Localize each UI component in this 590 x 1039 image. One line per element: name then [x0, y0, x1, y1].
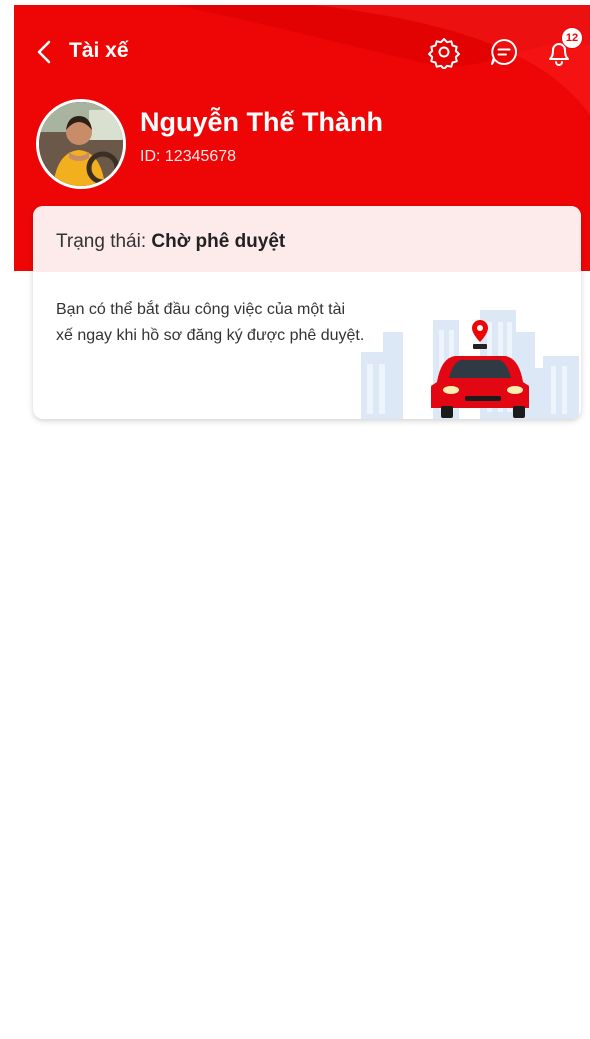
chat-button[interactable]: [487, 35, 521, 69]
driver-photo: [39, 102, 123, 186]
chat-icon: [491, 39, 517, 65]
status-card: Trạng thái: Chờ phê duyệt Bạn có thể bắt…: [33, 206, 581, 419]
driver-name: Nguyễn Thế Thành: [140, 107, 383, 137]
driver-id: ID: 12345678: [140, 148, 237, 165]
avatar[interactable]: [36, 99, 126, 189]
app-screen: Tài xế 12 Nguyễn Thế Thành ID: 12345678 …: [14, 5, 590, 1039]
gear-icon: [428, 38, 460, 70]
status-label: Trạng thái:: [56, 231, 152, 252]
back-button[interactable]: [30, 37, 60, 67]
chevron-left-icon: [37, 40, 51, 64]
status-card-header: Trạng thái: Chờ phê duyệt: [33, 206, 581, 272]
taxi-city-illustration: [361, 310, 579, 419]
status-description: Bạn có thể bắt đầu công việc của một tài…: [56, 301, 365, 344]
settings-button[interactable]: [427, 35, 461, 70]
notification-badge: 12: [561, 27, 583, 49]
status-value: Chờ phê duyệt: [151, 231, 286, 252]
page-title: Tài xế: [69, 39, 129, 62]
status-text: Trạng thái: Chờ phê duyệt: [56, 231, 285, 253]
